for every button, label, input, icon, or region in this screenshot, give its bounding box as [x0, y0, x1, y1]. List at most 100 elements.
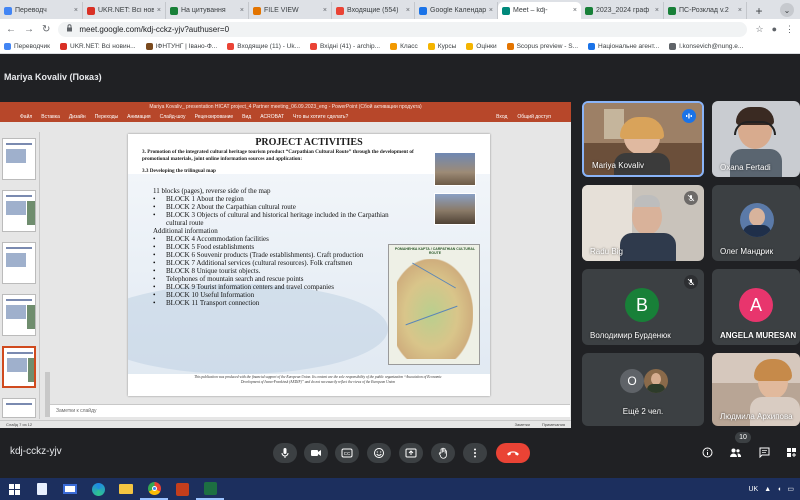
captions-button[interactable]: CC	[335, 443, 359, 463]
ppt-ribbon-tab[interactable]: Переходы	[95, 114, 118, 120]
participant-tile[interactable]: A ANGELA MURESAN	[712, 269, 800, 345]
close-tab-icon[interactable]: ×	[323, 7, 327, 14]
participant-tile[interactable]: Людмила Архипова	[712, 353, 800, 426]
network-icon[interactable]: ▲	[764, 486, 771, 493]
bookmark-item[interactable]: UKR.NET: Всі новин...	[60, 42, 136, 50]
taskview-icon[interactable]	[56, 478, 84, 500]
more-participants-tile[interactable]: O Ещё 2 чел.	[582, 353, 704, 426]
folder-icon[interactable]	[112, 478, 140, 500]
participant-tile[interactable]: В Володимир Бурденюк	[582, 269, 704, 345]
ppt-ribbon-tab[interactable]: Анимация	[127, 114, 150, 120]
bookmark-label: Національне агент...	[598, 42, 660, 50]
browser-tab[interactable]: UKR.NET: Всі нов ×	[83, 2, 166, 19]
browser-tab[interactable]: Google Календар ×	[415, 2, 498, 19]
chrome-icon[interactable]	[140, 478, 168, 500]
ppt-status-item[interactable]: Заметки	[515, 422, 530, 427]
address-bar[interactable]: meet.google.com/kdj-cckz-yjv?authuser=0	[58, 21, 748, 37]
participant-tile[interactable]: Олег Мандрик	[712, 185, 800, 261]
chat-icon	[759, 447, 769, 458]
star-icon[interactable]: ☆	[755, 24, 763, 35]
present-button[interactable]	[399, 443, 423, 463]
ppt-ribbon-tab[interactable]: ACROBAT	[260, 114, 284, 120]
meeting-details-button[interactable]	[699, 444, 715, 460]
bookmark-item[interactable]: Переводчик	[4, 42, 50, 50]
participant-tile[interactable]: Mariya Kovaliv	[582, 101, 704, 177]
slide-notes[interactable]: Заметки к слайду	[50, 404, 570, 417]
profile-icon[interactable]: ●	[772, 24, 777, 34]
browser-tab[interactable]: ПС-Розклад v.2 ×	[664, 2, 747, 19]
lock-icon[interactable]	[66, 24, 73, 34]
tab-favicon-icon	[87, 6, 95, 15]
close-tab-icon[interactable]: ×	[738, 7, 742, 14]
bookmark-label: Scopus preview - S...	[516, 42, 579, 50]
tab-search-button[interactable]: ⌄	[780, 3, 794, 17]
reactions-button[interactable]	[367, 443, 391, 463]
language-indicator[interactable]: UK	[748, 486, 758, 493]
close-tab-icon[interactable]: ×	[157, 7, 161, 14]
volume-icon[interactable]: ◖	[777, 486, 781, 493]
ppt-status-item[interactable]: Примечания	[542, 422, 565, 427]
forward-icon[interactable]: →	[24, 24, 34, 35]
raise-hand-button[interactable]	[431, 443, 455, 463]
slide-line-text: Additional information	[153, 227, 218, 235]
slide-thumbnail-selected[interactable]	[2, 346, 36, 388]
close-tab-icon[interactable]: ×	[489, 7, 493, 14]
bookmark-item[interactable]: Класс	[390, 42, 418, 50]
activities-button[interactable]	[783, 444, 799, 460]
bookmark-item[interactable]: Національне агент...	[588, 42, 660, 50]
ppt-ribbon-tab[interactable]: Что вы хотите сделать?	[293, 114, 348, 120]
close-tab-icon[interactable]: ×	[240, 7, 244, 14]
ppt-ribbon-tab[interactable]: Рецензирование	[195, 114, 234, 120]
browser-tab[interactable]: Meet – kdj- ×	[498, 2, 581, 19]
more-options-button[interactable]	[463, 443, 487, 463]
browser-tab[interactable]: Входящие (554) ×	[332, 2, 415, 19]
ppt-ribbon-right-item[interactable]: Вход	[496, 114, 507, 120]
bookmark-item[interactable]: Курсы	[427, 42, 456, 50]
slide-thumbnail[interactable]	[2, 294, 36, 336]
ppt-ribbon-tab[interactable]: Вставка	[41, 114, 60, 120]
bookmark-item[interactable]: Scopus preview - S...	[506, 42, 579, 50]
current-slide[interactable]: PROJECT ACTIVITIES 3. Promotion of the i…	[128, 134, 490, 396]
chat-button[interactable]	[756, 444, 772, 460]
reload-icon[interactable]: ↻	[42, 24, 50, 35]
bookmark-favicon-icon	[145, 42, 153, 50]
slide-thumbnail[interactable]	[2, 190, 36, 232]
participant-tile[interactable]: Oxana Fertadi	[712, 101, 800, 177]
file-icon[interactable]	[28, 478, 56, 500]
browser-tab[interactable]: FILE VIEW ×	[249, 2, 332, 19]
camera-button[interactable]	[304, 443, 328, 463]
new-tab-button[interactable]: +	[751, 3, 767, 19]
menu-icon[interactable]: ⋮	[785, 24, 794, 35]
bookmark-item[interactable]: Входящие (11) - Uk...	[227, 42, 300, 50]
slide-thumbnail[interactable]	[2, 398, 36, 418]
browser-tab[interactable]: Переводч ×	[0, 2, 83, 19]
close-tab-icon[interactable]: ×	[74, 7, 78, 14]
ppt-ribbon-tab[interactable]: Вид	[242, 114, 251, 120]
notification-icon[interactable]: ▭	[787, 485, 794, 493]
mic-button[interactable]	[273, 443, 297, 463]
back-icon[interactable]: ←	[6, 24, 16, 35]
ppt-ribbon-right-item[interactable]: Общий доступ	[517, 114, 551, 120]
excel-icon[interactable]	[196, 478, 224, 500]
powerpoint-icon[interactable]	[168, 478, 196, 500]
bookmark-favicon-icon	[390, 42, 398, 50]
close-tab-icon[interactable]: ×	[406, 7, 410, 14]
ppt-ribbon-tab[interactable]: Дизайн	[69, 114, 86, 120]
bookmark-item[interactable]: Вхідні (41) - archip...	[310, 42, 380, 50]
bookmark-item[interactable]: l.konsevich@nung.e...	[669, 42, 743, 50]
bookmark-item[interactable]: Оцінки	[466, 42, 497, 50]
ppt-ribbon-tab[interactable]: Слайд-шоу	[160, 114, 186, 120]
slide-thumbnail[interactable]	[2, 242, 36, 284]
leave-call-button[interactable]	[496, 443, 530, 463]
participant-tile[interactable]: Radu Big	[582, 185, 704, 261]
edge-icon[interactable]	[84, 478, 112, 500]
slide-thumbnail[interactable]	[2, 138, 36, 180]
close-tab-icon[interactable]: ×	[573, 7, 577, 14]
browser-tab[interactable]: На цитування ×	[166, 2, 249, 19]
ppt-ribbon-tab[interactable]: Файл	[20, 114, 32, 120]
people-button[interactable]	[727, 444, 743, 460]
bookmark-item[interactable]: ІФНТУНГ | Івано-Ф...	[145, 42, 217, 50]
close-tab-icon[interactable]: ×	[655, 7, 659, 14]
windows-start-icon[interactable]	[0, 478, 28, 500]
browser-tab[interactable]: 2023_2024 граф ×	[581, 2, 664, 19]
